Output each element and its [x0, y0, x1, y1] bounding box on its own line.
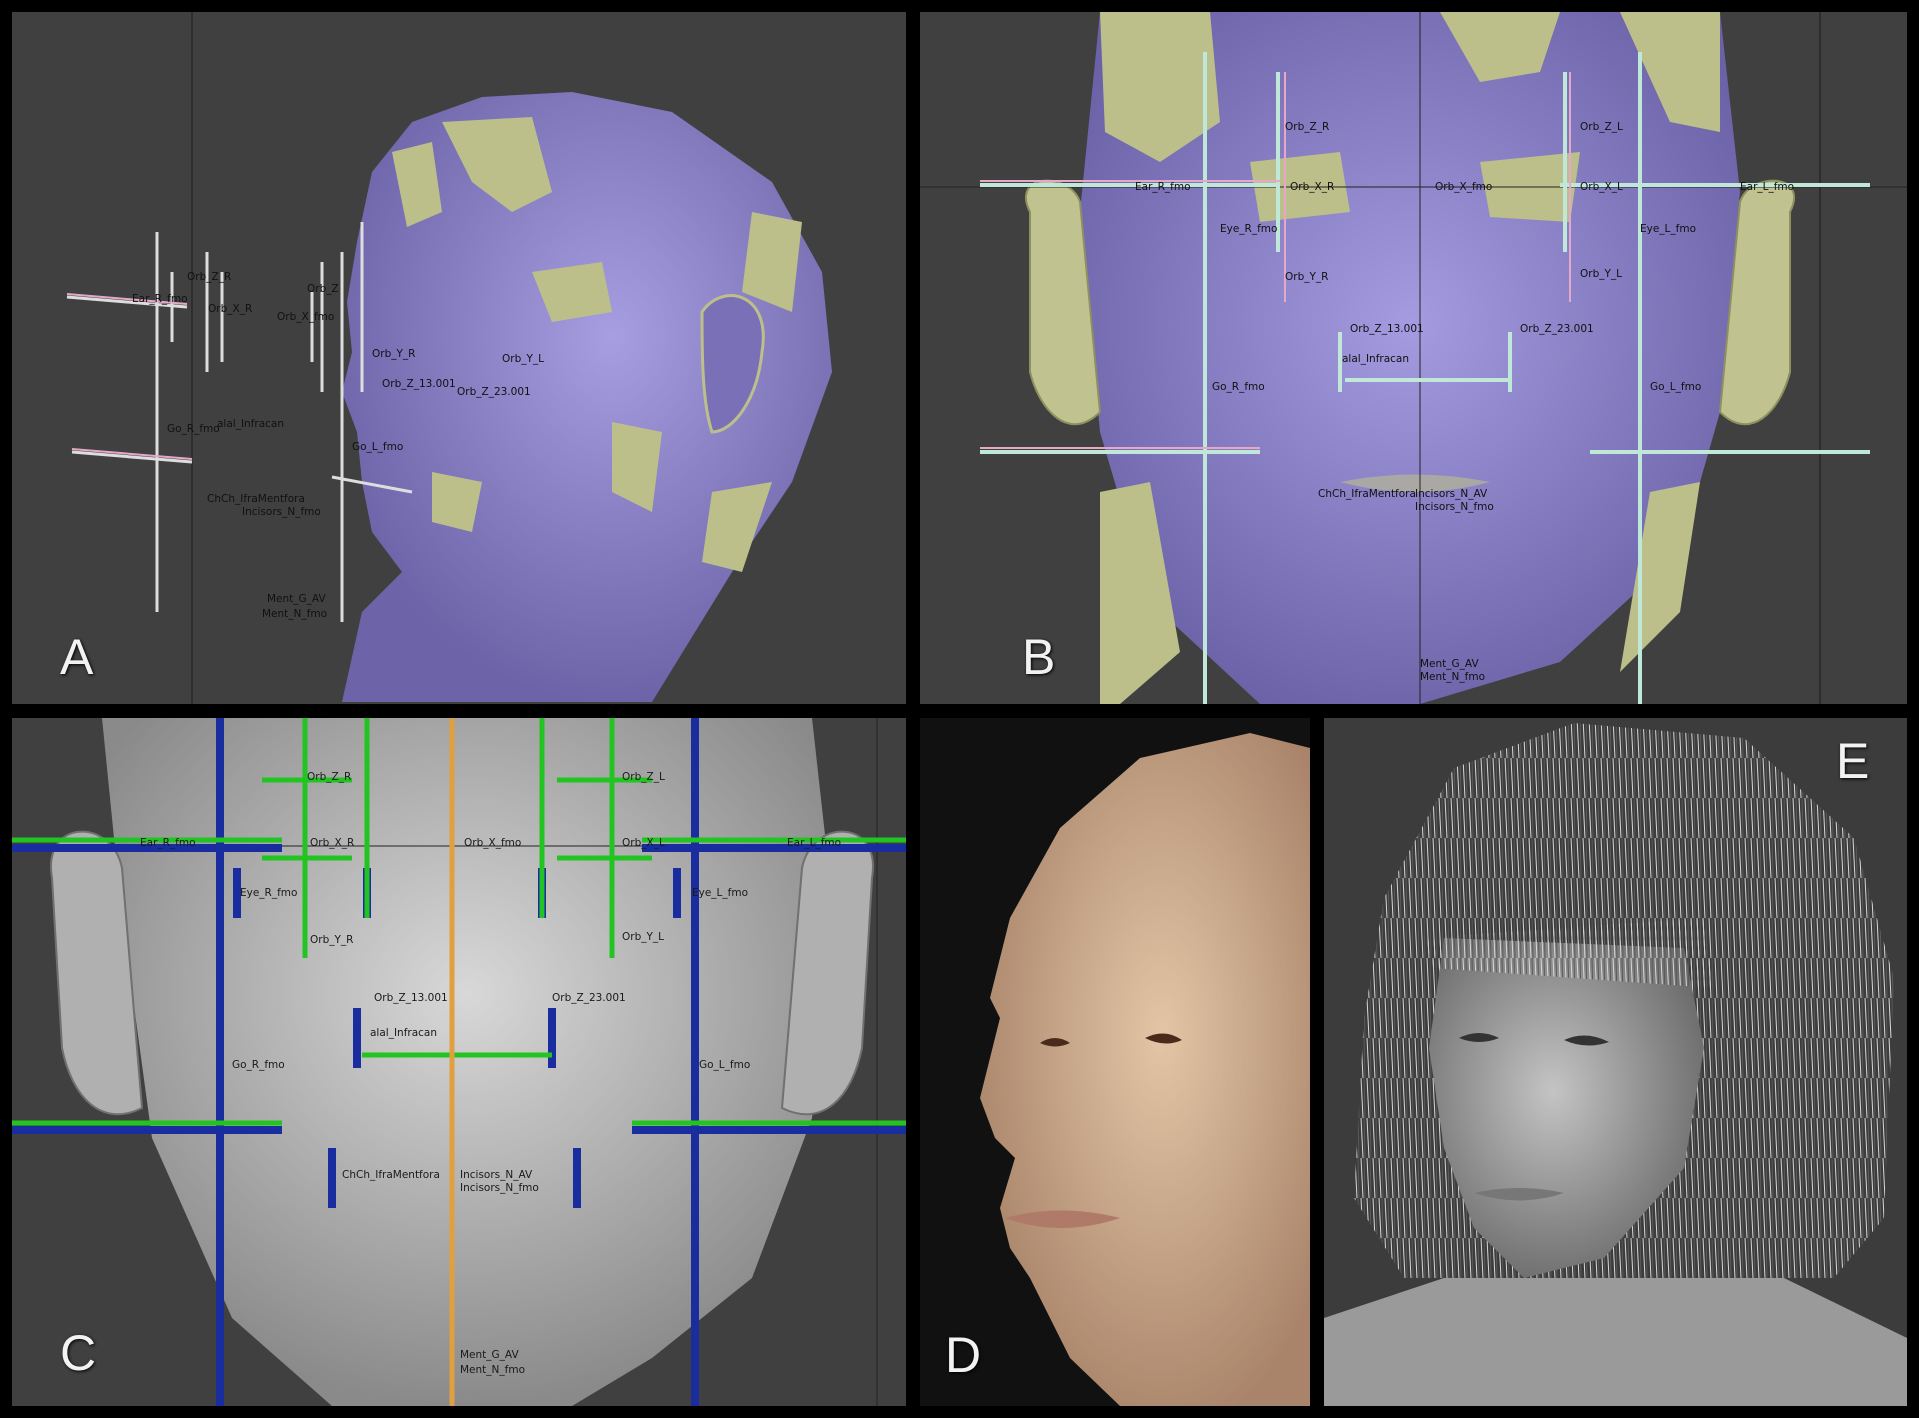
- label-b-9: Orb_Y_R: [1285, 271, 1328, 283]
- label-c-12: Orb_Z_23.001: [552, 992, 626, 1004]
- label-c-15: Go_L_fmo: [699, 1059, 750, 1071]
- label-b-12: Orb_Z_23.001: [1520, 323, 1594, 335]
- label-b-14: Go_R_fmo: [1212, 381, 1265, 393]
- label-c-7: Eye_R_fmo: [240, 887, 297, 899]
- label-b-18: Incisors_N_fmo: [1415, 501, 1494, 513]
- label-b-0: Orb_Z_R: [1285, 121, 1329, 133]
- panel-a-side-view: Orb_Z_R Ear_R_fmo Orb_X_R Orb_X_fmo Orb_…: [12, 12, 906, 704]
- label-a-3: Orb_X_fmo: [277, 311, 334, 323]
- label-b-17: Incisors_N_AV: [1415, 488, 1488, 500]
- label-a-12: ChCh_IfraMentfora: [207, 493, 305, 505]
- label-c-19: Ment_G_AV: [460, 1349, 519, 1361]
- label-a-14: Ment_G_AV: [267, 593, 326, 605]
- label-b-5: Orb_X_L: [1580, 181, 1623, 193]
- panel-c-front-clay-view: Orb_Z_R Orb_Z_L Ear_R_fmo Orb_X_R Orb_X_…: [12, 718, 906, 1406]
- label-c-14: Go_R_fmo: [232, 1059, 285, 1071]
- panel-c-scene: Orb_Z_R Orb_Z_L Ear_R_fmo Orb_X_R Orb_X_…: [12, 718, 906, 1406]
- label-a-4: Orb_Z: [307, 283, 339, 295]
- panel-letter-c: C: [60, 1325, 97, 1381]
- label-b-20: Ment_N_fmo: [1420, 671, 1485, 683]
- label-c-16: ChCh_IfraMentfora: [342, 1169, 440, 1181]
- panel-letter-a: A: [60, 629, 94, 685]
- label-c-18: Incisors_N_fmo: [460, 1182, 539, 1194]
- label-b-8: Eye_L_fmo: [1640, 223, 1696, 235]
- panel-letter-d: D: [945, 1327, 982, 1383]
- label-c-17: Incisors_N_AV: [460, 1169, 533, 1181]
- label-c-6: Ear_L_fmo: [787, 837, 841, 849]
- label-a-5: Orb_Y_R: [372, 348, 415, 360]
- panel-letter-e: E: [1836, 733, 1870, 789]
- label-a-7: Orb_Z_13.001: [382, 378, 456, 390]
- label-c-9: Orb_Y_R: [310, 934, 353, 946]
- label-b-6: Ear_L_fmo: [1740, 181, 1794, 193]
- head-model-d: [980, 733, 1310, 1406]
- panel-b-front-view: Orb_Z_R Orb_Z_L Ear_R_fmo Orb_X_R Orb_X_…: [920, 12, 1907, 704]
- panel-b-scene: Orb_Z_R Orb_Z_L Ear_R_fmo Orb_X_R Orb_X_…: [920, 12, 1907, 704]
- label-a-15: Ment_N_fmo: [262, 608, 327, 620]
- label-a-9: Go_R_fmo: [167, 423, 220, 435]
- label-b-11: Orb_Z_13.001: [1350, 323, 1424, 335]
- label-c-1: Orb_Z_L: [622, 771, 665, 783]
- panel-letter-b: B: [1022, 629, 1056, 685]
- label-b-16: ChCh_IfraMentfora: [1318, 488, 1416, 500]
- label-c-3: Orb_X_R: [310, 837, 354, 849]
- panel-a-scene: Orb_Z_R Ear_R_fmo Orb_X_R Orb_X_fmo Orb_…: [66, 12, 832, 704]
- panel-e-scene: [1324, 723, 1907, 1406]
- label-b-13: alal_Infracan: [1342, 353, 1409, 365]
- label-c-8: Eye_L_fmo: [692, 887, 748, 899]
- label-b-1: Orb_Z_L: [1580, 121, 1623, 133]
- label-a-6: Orb_Y_L: [502, 353, 544, 365]
- label-c-10: Orb_Y_L: [622, 931, 664, 943]
- panel-d-scene: [980, 733, 1310, 1406]
- label-c-2: Ear_R_fmo: [140, 837, 196, 849]
- label-a-10: alal_Infracan: [217, 418, 284, 430]
- label-c-4: Orb_X_fmo: [464, 837, 521, 849]
- label-b-7: Eye_R_fmo: [1220, 223, 1277, 235]
- label-a-1: Ear_R_fmo: [132, 293, 188, 305]
- label-c-11: Orb_Z_13.001: [374, 992, 448, 1004]
- panel-d-textured-render: D: [920, 718, 1310, 1406]
- panel-e-hair-render: E: [1324, 718, 1907, 1406]
- label-b-10: Orb_Y_L: [1580, 268, 1622, 280]
- label-a-11: Go_L_fmo: [352, 441, 403, 453]
- label-a-0: Orb_Z_R: [187, 271, 231, 283]
- label-b-4: Orb_X_fmo: [1435, 181, 1492, 193]
- label-b-2: Ear_R_fmo: [1135, 181, 1191, 193]
- label-b-3: Orb_X_R: [1290, 181, 1334, 193]
- label-a-2: Orb_X_R: [208, 303, 252, 315]
- label-b-15: Go_L_fmo: [1650, 381, 1701, 393]
- label-b-19: Ment_G_AV: [1420, 658, 1479, 670]
- shoulders-e: [1324, 1278, 1907, 1406]
- label-a-13: Incisors_N_fmo: [242, 506, 321, 518]
- label-a-8: Orb_Z_23.001: [457, 386, 531, 398]
- label-c-5: Orb_X_L: [622, 837, 665, 849]
- label-c-20: Ment_N_fmo: [460, 1364, 525, 1376]
- label-c-0: Orb_Z_R: [307, 771, 351, 783]
- label-c-13: alal_Infracan: [370, 1027, 437, 1039]
